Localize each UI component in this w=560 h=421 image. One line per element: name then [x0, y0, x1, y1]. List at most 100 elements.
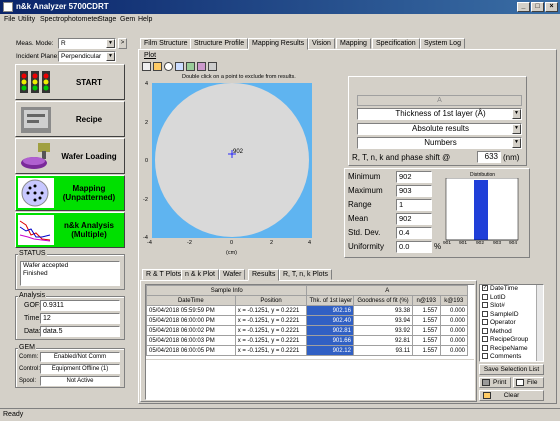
tab-mapping[interactable]: Mapping: [336, 38, 371, 49]
table-row[interactable]: 05/04/2018 06:00:00 PM x = -0.1251, y = 0…: [146, 315, 468, 326]
table-cell[interactable]: x = -0.1251, y = 0.2221: [234, 325, 308, 336]
table-cell[interactable]: x = -0.1251, y = 0.2221: [234, 335, 308, 346]
wafer-map[interactable]: [142, 73, 344, 262]
column-header[interactable]: Position: [234, 295, 308, 306]
recipe-button[interactable]: Recipe: [15, 101, 125, 137]
menu-utility[interactable]: Utility: [18, 14, 35, 26]
checkbox[interactable]: [482, 293, 488, 300]
table-cell[interactable]: x = -0.1251, y = 0.2221: [234, 305, 308, 316]
selection-item[interactable]: LotID: [480, 294, 543, 303]
table-cell[interactable]: 93.38: [352, 305, 414, 316]
table-cell[interactable]: 05/04/2018 06:00:00 PM: [146, 315, 236, 326]
minimize-button[interactable]: _: [517, 2, 530, 12]
results-mode-select[interactable]: Absolute results ▼: [357, 123, 522, 135]
table-cell[interactable]: 902.16: [306, 305, 354, 316]
checkbox[interactable]: [482, 353, 488, 360]
table-cell[interactable]: 0.000: [439, 345, 468, 356]
selection-item[interactable]: ✓ DateTime: [480, 285, 543, 294]
plot-menu[interactable]: Plot: [144, 52, 156, 59]
close-button[interactable]: ×: [545, 2, 558, 12]
table-row[interactable]: 05/04/2018 06:00:03 PM x = -0.1251, y = 0…: [146, 335, 468, 346]
tab-film-structure[interactable]: Film Structure: [140, 38, 192, 49]
table-cell[interactable]: 92.81: [352, 335, 414, 346]
tab-nk-plot[interactable]: n & k Plot: [181, 269, 219, 280]
table-cell[interactable]: 902.81: [306, 325, 354, 336]
selection-item[interactable]: Operator: [480, 319, 543, 328]
table-cell[interactable]: 902.12: [306, 345, 354, 356]
table-cell[interactable]: 901.66: [306, 335, 354, 346]
column-header[interactable]: Thk. of 1st layer: [306, 295, 354, 306]
table-cell[interactable]: 05/04/2018 05:59:59 PM: [146, 305, 236, 316]
maximize-button[interactable]: □: [531, 2, 544, 12]
checkbox[interactable]: [482, 336, 488, 343]
tab-specification[interactable]: Specification: [372, 38, 420, 49]
table-cell[interactable]: 0.000: [439, 305, 468, 316]
column-header[interactable]: DateTime: [146, 295, 236, 306]
column-header[interactable]: k@193: [439, 295, 468, 306]
tab-vision[interactable]: Vision: [308, 38, 335, 49]
checkbox[interactable]: [482, 344, 488, 351]
table-cell[interactable]: 93.92: [352, 325, 414, 336]
tab-structure-profile[interactable]: Structure Profile: [190, 38, 249, 49]
column-selection-list[interactable]: ✓ DateTime LotID Slot# SampleID Operator Metho…: [479, 284, 544, 362]
save-selection-button[interactable]: Save Selection List: [479, 364, 544, 375]
zoom-icon[interactable]: [153, 62, 162, 71]
column-header[interactable]: Goodness of fit (%): [352, 295, 414, 306]
tab-rtnk-plots[interactable]: R, T, n, k Plots: [279, 269, 332, 280]
table-cell[interactable]: 1.557: [412, 305, 441, 316]
menu-help[interactable]: Help: [138, 14, 152, 26]
tab-mapping-results[interactable]: Mapping Results: [248, 38, 309, 50]
crosshair-icon[interactable]: [164, 62, 173, 71]
chart-icon[interactable]: [186, 62, 195, 71]
incident-plane-select[interactable]: Perpendicular ▼: [58, 51, 116, 62]
menu-spectrophotometer[interactable]: Spectrophotometer: [40, 14, 100, 26]
table-cell[interactable]: 93.11: [352, 345, 414, 356]
print-button[interactable]: Print: [479, 377, 511, 388]
table-cell[interactable]: 05/04/2018 06:00:03 PM: [146, 335, 236, 346]
table-cell[interactable]: x = -0.1251, y = 0.2221: [234, 345, 308, 356]
table-cell[interactable]: 1.557: [412, 345, 441, 356]
file-button[interactable]: File: [513, 377, 544, 388]
table-cell[interactable]: 0.000: [439, 325, 468, 336]
table-row[interactable]: 05/04/2018 06:00:05 PM x = -0.1251, y = 0…: [146, 345, 468, 356]
checkbox[interactable]: [482, 310, 488, 317]
meas-mode-select[interactable]: R ▼: [58, 38, 116, 49]
table-row[interactable]: 05/04/2018 05:59:59 PM x = -0.1251, y = 0…: [146, 305, 468, 316]
display-format-select[interactable]: Numbers ▼: [357, 137, 522, 149]
selection-item[interactable]: Comments: [480, 353, 543, 361]
table-cell[interactable]: 902.40: [306, 315, 354, 326]
tab-wafer[interactable]: Wafer: [219, 269, 246, 280]
pan-icon[interactable]: [175, 62, 184, 71]
tab-system-log[interactable]: System Log: [420, 38, 465, 49]
wafer-loading-button[interactable]: Wafer Loading: [15, 138, 125, 174]
meas-mode-expand-button[interactable]: >: [118, 38, 127, 49]
table-cell[interactable]: 0.000: [439, 315, 468, 326]
mapping-button[interactable]: Mapping (Unpatterned): [15, 175, 125, 211]
table-cell[interactable]: 1.557: [412, 325, 441, 336]
checkbox[interactable]: [482, 319, 488, 326]
copy-icon[interactable]: [197, 62, 206, 71]
table-cell[interactable]: 1.557: [412, 315, 441, 326]
checkbox[interactable]: [482, 302, 488, 309]
nk-analysis-button[interactable]: n&k Analysis (Multiple): [15, 212, 125, 248]
settings-icon[interactable]: [208, 62, 217, 71]
table-cell[interactable]: 0.000: [439, 335, 468, 346]
selection-scrollbar[interactable]: [536, 285, 543, 361]
print-icon[interactable]: [142, 62, 151, 71]
selection-item[interactable]: RecipeName: [480, 345, 543, 354]
table-row[interactable]: 05/04/2018 06:00:02 PM x = -0.1251, y = 0…: [146, 325, 468, 336]
table-cell[interactable]: 1.557: [412, 335, 441, 346]
wavelength-input[interactable]: 633: [477, 151, 501, 163]
selection-item[interactable]: Slot#: [480, 302, 543, 311]
table-cell[interactable]: 05/04/2018 06:00:02 PM: [146, 325, 236, 336]
checkbox[interactable]: [482, 327, 488, 334]
column-header[interactable]: n@193: [412, 295, 441, 306]
selection-item[interactable]: SampleID: [480, 311, 543, 320]
table-cell[interactable]: x = -0.1251, y = 0.2221: [234, 315, 308, 326]
tab-results[interactable]: Results: [248, 269, 280, 281]
layer-select[interactable]: Thickness of 1st layer (Å) ▼: [357, 108, 522, 120]
selection-item[interactable]: RecipeGroup: [480, 336, 543, 345]
dropdown-a[interactable]: A: [357, 95, 522, 106]
checkbox[interactable]: ✓: [482, 285, 488, 292]
table-cell[interactable]: 93.94: [352, 315, 414, 326]
